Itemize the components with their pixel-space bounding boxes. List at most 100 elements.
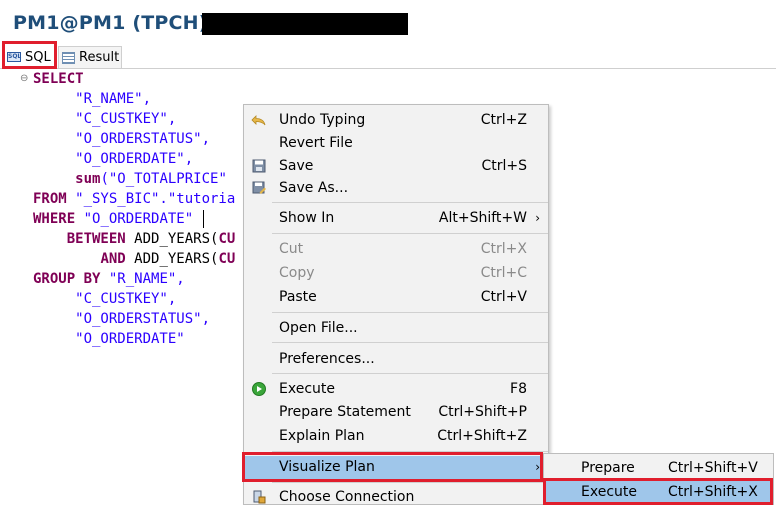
sql-keyword: GROUP BY xyxy=(33,271,101,287)
sql-token: "R_NAME", xyxy=(33,91,152,107)
sql-keyword: SELECT xyxy=(33,71,84,87)
visualize-plan-highlight-box xyxy=(242,452,543,482)
sql-keyword: CU xyxy=(218,251,236,267)
menu-item-label: Choose Connection xyxy=(279,489,415,505)
code-line: "C_CUSTKEY", xyxy=(33,109,176,129)
connection-icon xyxy=(253,490,266,504)
text-caret xyxy=(203,210,204,228)
menu-item-preferences[interactable]: Preferences... xyxy=(244,348,548,370)
menu-item-paste[interactable]: Paste Ctrl+V xyxy=(244,286,548,308)
sql-token: "R_NAME", xyxy=(100,271,185,287)
editor-tab-bar: SQL SQL Result xyxy=(0,46,776,69)
menu-item-choose-connection[interactable]: Choose Connection xyxy=(244,486,548,505)
menu-item-save-as[interactable]: Save As... xyxy=(244,177,548,199)
menu-item-label: Undo Typing xyxy=(279,112,366,128)
code-line: WHERE "O_ORDERDATE" xyxy=(33,209,193,229)
sql-token: "C_CUSTKEY", xyxy=(33,111,177,127)
menu-separator xyxy=(272,202,548,203)
code-line: "C_CUSTKEY", xyxy=(33,289,176,309)
menu-item-shortcut: Ctrl+C xyxy=(480,265,527,281)
menu-item-execute[interactable]: Execute F8 xyxy=(244,378,548,400)
menu-item-label: Prepare Statement xyxy=(279,404,411,420)
menu-item-shortcut: Ctrl+Shift+P xyxy=(438,404,527,420)
code-line: AND ADD_YEARS(CU xyxy=(33,249,235,269)
tab-result[interactable]: Result xyxy=(58,46,122,68)
sql-token: "O_ORDERDATE" xyxy=(33,331,185,347)
code-line: SELECT xyxy=(33,69,84,89)
execute-icon xyxy=(252,382,266,396)
sql-tab-highlight-box xyxy=(2,41,57,69)
tab-result-label: Result xyxy=(79,50,120,65)
sql-keyword: WHERE xyxy=(33,211,76,227)
sql-token: ("O_TOTALPRICE" xyxy=(100,171,227,187)
menu-item-undo-typing[interactable]: Undo Typing Ctrl+Z xyxy=(244,109,548,131)
menu-item-open-file[interactable]: Open File... xyxy=(244,317,548,339)
menu-item-shortcut: F8 xyxy=(510,381,527,397)
code-line: GROUP BY "R_NAME", xyxy=(33,269,185,289)
menu-item-label: Open File... xyxy=(279,320,358,336)
submenu-arrow-icon: › xyxy=(535,211,540,225)
editor-title-bar: PM1@PM1 (TPCH) xyxy=(0,0,776,46)
menu-separator xyxy=(272,233,548,234)
save-icon xyxy=(252,159,266,173)
submenu-item-prepare[interactable]: Prepare Ctrl+Shift+V xyxy=(544,456,773,480)
submenu-execute-highlight-box xyxy=(543,478,773,505)
menu-item-revert-file[interactable]: Revert File xyxy=(244,132,548,154)
fold-collapse-icon[interactable]: ⊖ xyxy=(20,73,28,84)
code-line: "O_ORDERSTATUS", xyxy=(33,129,210,149)
code-line: BETWEEN ADD_YEARS(CU xyxy=(33,229,236,249)
sql-keyword: BETWEEN xyxy=(66,231,126,247)
menu-item-copy[interactable]: Copy Ctrl+C xyxy=(244,262,548,284)
code-line: sum("O_TOTALPRICE" xyxy=(33,169,227,189)
menu-separator xyxy=(272,342,548,343)
menu-item-label: Revert File xyxy=(279,135,353,151)
menu-item-label: Cut xyxy=(279,241,304,257)
sql-token: ADD_YEARS( xyxy=(125,231,219,247)
code-line: "O_ORDERDATE" xyxy=(33,329,185,349)
menu-item-prepare-statement[interactable]: Prepare Statement Ctrl+Shift+P xyxy=(244,401,548,423)
menu-separator xyxy=(272,312,548,313)
menu-item-show-in[interactable]: Show In Alt+Shift+W › xyxy=(244,207,548,229)
menu-item-explain-plan[interactable]: Explain Plan Ctrl+Shift+Z xyxy=(244,425,548,447)
sql-keyword: sum xyxy=(75,171,101,187)
menu-separator xyxy=(272,373,548,374)
submenu-item-label: Prepare xyxy=(581,460,635,476)
sql-token: "O_ORDERSTATUS", xyxy=(33,131,211,147)
menu-separator xyxy=(272,482,548,483)
sql-token: "O_ORDERDATE", xyxy=(33,151,194,167)
sql-token: "C_CUSTKEY", xyxy=(33,291,177,307)
code-line: "O_ORDERDATE", xyxy=(33,149,193,169)
undo-icon xyxy=(251,115,266,126)
result-grid-icon xyxy=(62,51,75,64)
menu-item-label: Save xyxy=(279,158,314,174)
editor-title: PM1@PM1 (TPCH) xyxy=(13,12,208,34)
menu-item-label: Paste xyxy=(279,289,317,305)
menu-item-shortcut: Ctrl+Shift+Z xyxy=(437,428,527,444)
code-line: FROM "_SYS_BIC"."tutoria xyxy=(33,189,235,209)
sql-token: "O_ORDERSTATUS", xyxy=(33,311,211,327)
redacted-area xyxy=(202,13,408,35)
submenu-item-shortcut: Ctrl+Shift+V xyxy=(668,460,758,476)
code-line: "O_ORDERSTATUS", xyxy=(33,309,210,329)
context-menu: Undo Typing Ctrl+Z Revert File Save Ctrl… xyxy=(243,104,549,505)
sql-keyword: AND xyxy=(100,251,126,267)
sql-token: "O_ORDERDATE" xyxy=(75,211,194,227)
sql-token: ADD_YEARS( xyxy=(125,251,219,267)
menu-item-label: Show In xyxy=(279,210,335,226)
menu-item-shortcut: Ctrl+V xyxy=(480,289,527,305)
menu-item-save[interactable]: Save Ctrl+S xyxy=(244,155,548,177)
menu-item-cut[interactable]: Cut Ctrl+X xyxy=(244,238,548,260)
menu-item-label: Execute xyxy=(279,381,335,397)
menu-item-shortcut: Alt+Shift+W xyxy=(438,210,527,226)
menu-item-label: Save As... xyxy=(279,180,349,196)
menu-item-shortcut: Ctrl+S xyxy=(481,158,527,174)
menu-item-label: Preferences... xyxy=(279,351,375,367)
sql-keyword: FROM xyxy=(33,191,67,207)
menu-item-shortcut: Ctrl+X xyxy=(480,241,527,257)
save-as-icon xyxy=(252,181,266,194)
sql-keyword: CU xyxy=(218,231,236,247)
menu-item-shortcut: Ctrl+Z xyxy=(480,112,527,128)
